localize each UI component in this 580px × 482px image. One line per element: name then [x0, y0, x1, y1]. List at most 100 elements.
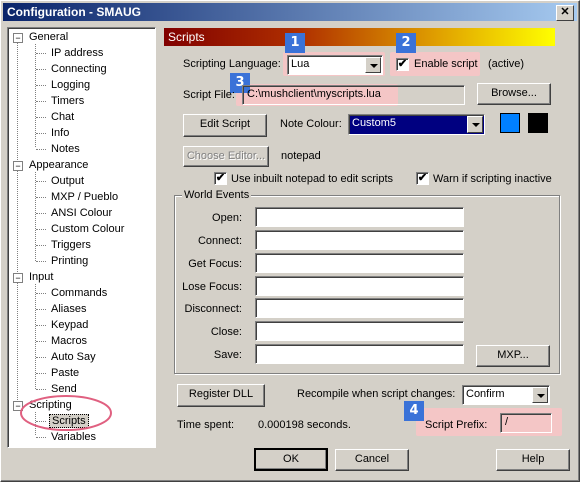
tree-item-keypad[interactable]: Keypad	[51, 319, 88, 331]
dropdown-arrow-icon[interactable]	[532, 387, 548, 403]
mxp-button[interactable]: MXP...	[476, 345, 550, 367]
window-title: Configuration - SMAUG	[7, 5, 141, 19]
note-colour-value: Custom5	[352, 117, 397, 129]
tree-item-notes[interactable]: Notes	[51, 143, 80, 155]
recompile-value: Confirm	[466, 388, 505, 400]
expander-general-icon[interactable]: −	[13, 33, 23, 43]
note-colour-select[interactable]: Custom5	[348, 114, 485, 135]
section-title: Scripts	[168, 30, 205, 44]
browse-button[interactable]: Browse...	[477, 83, 551, 105]
enable-script-label: Enable script	[414, 58, 478, 70]
tree-connector	[36, 117, 46, 118]
settings-tree[interactable]: − General IP address Connecting Logging …	[7, 27, 156, 448]
expander-input-icon[interactable]: −	[13, 273, 23, 283]
tree-connector	[36, 325, 46, 326]
note-colour-swatch-background[interactable]	[528, 113, 548, 133]
tree-item-chat[interactable]: Chat	[51, 111, 74, 123]
tree-connector	[36, 53, 46, 54]
close-button[interactable]: ✕	[556, 5, 574, 21]
tree-item-custom-colour[interactable]: Custom Colour	[51, 223, 124, 235]
tree-item-connecting[interactable]: Connecting	[51, 63, 107, 75]
time-spent-value: 0.000198 seconds.	[258, 419, 351, 431]
tree-item-logging[interactable]: Logging	[51, 79, 90, 91]
ok-button[interactable]: OK	[254, 448, 328, 471]
edit-script-button[interactable]: Edit Script	[183, 114, 267, 137]
note-colour-swatch-foreground[interactable]	[500, 113, 520, 133]
tree-item-mxp-pueblo[interactable]: MXP / Pueblo	[51, 191, 118, 203]
tree-connector	[36, 229, 46, 230]
section-header: Scripts	[164, 28, 555, 46]
tree-item-aliases[interactable]: Aliases	[51, 303, 86, 315]
help-button[interactable]: Help	[496, 449, 570, 471]
disconnect-input[interactable]	[255, 298, 464, 318]
warn-inactive-checkbox[interactable]: ✔	[416, 172, 429, 185]
tree-connector	[36, 309, 46, 310]
tree-item-paste[interactable]: Paste	[51, 367, 79, 379]
dropdown-arrow-icon[interactable]	[467, 116, 483, 133]
use-inbuilt-notepad-checkbox[interactable]: ✔	[214, 172, 227, 185]
register-dll-button[interactable]: Register DLL	[177, 384, 265, 407]
connect-label: Connect:	[197, 235, 242, 247]
note-colour-label: Note Colour:	[280, 118, 342, 130]
use-inbuilt-notepad-label: Use inbuilt notepad to edit scripts	[231, 173, 394, 185]
tree-item-ip-address[interactable]: IP address	[51, 47, 103, 59]
expander-appearance-icon[interactable]: −	[13, 161, 23, 171]
tree-connector	[36, 357, 46, 358]
world-events-title: World Events	[182, 189, 252, 201]
connect-input[interactable]	[255, 230, 464, 250]
get-focus-label: Get Focus:	[188, 258, 242, 270]
tree-connector	[36, 245, 46, 246]
open-input[interactable]	[255, 207, 464, 227]
tree-item-timers[interactable]: Timers	[51, 95, 84, 107]
tree-item-info[interactable]: Info	[51, 127, 69, 139]
script-file-input[interactable]: C:\mushclient\myscripts.lua	[242, 85, 465, 105]
time-spent-label: Time spent:	[177, 419, 235, 431]
tree-item-output[interactable]: Output	[51, 175, 84, 187]
tree-connector	[36, 149, 46, 150]
scripting-language-value: Lua	[291, 58, 310, 70]
tree-connector	[36, 373, 46, 374]
tree-item-general[interactable]: General	[29, 31, 68, 43]
tree-item-auto-say[interactable]: Auto Say	[51, 351, 96, 363]
tree-connector	[36, 261, 46, 262]
script-status: (active)	[488, 58, 525, 70]
tree-item-input[interactable]: Input	[29, 271, 53, 283]
get-focus-input[interactable]	[255, 253, 464, 273]
lose-focus-label: Lose Focus:	[182, 281, 242, 293]
title-bar[interactable]: Configuration - SMAUG ✕	[3, 3, 577, 21]
scripting-language-label: Scripting Language:	[183, 58, 281, 70]
tree-connector	[36, 213, 46, 214]
tree-connector	[36, 197, 46, 198]
enable-script-checkbox[interactable]: ✔	[396, 58, 409, 71]
tree-connector	[36, 85, 46, 86]
annotation-badge-4: 4	[404, 401, 424, 421]
annotation-circle	[20, 395, 112, 431]
lose-focus-input[interactable]	[255, 276, 464, 296]
tree-item-triggers[interactable]: Triggers	[51, 239, 91, 251]
tree-item-appearance[interactable]: Appearance	[29, 159, 88, 171]
editor-name: notepad	[281, 150, 321, 162]
tree-connector	[35, 44, 36, 147]
tree-connector	[36, 389, 46, 390]
dropdown-arrow-icon[interactable]	[365, 57, 381, 73]
script-prefix-input[interactable]: /	[500, 413, 552, 433]
tree-item-macros[interactable]: Macros	[51, 335, 87, 347]
scripting-language-select[interactable]: Lua	[287, 55, 383, 75]
tree-item-ansi-colour[interactable]: ANSI Colour	[51, 207, 112, 219]
save-input[interactable]	[255, 344, 464, 364]
choose-editor-button[interactable]: Choose Editor...	[183, 146, 269, 167]
close-input[interactable]	[255, 321, 464, 341]
tree-item-commands[interactable]: Commands	[51, 287, 107, 299]
disconnect-label: Disconnect:	[184, 303, 242, 315]
recompile-select[interactable]: Confirm	[462, 385, 550, 405]
script-prefix-label: Script Prefix:	[425, 419, 488, 431]
tree-connector	[17, 38, 18, 408]
cancel-button[interactable]: Cancel	[335, 449, 409, 471]
tree-connector	[36, 293, 46, 294]
tree-connector	[36, 133, 46, 134]
tree-connector	[36, 101, 46, 102]
annotation-badge-1: 1	[285, 33, 305, 53]
tree-connector	[35, 172, 36, 261]
save-label: Save:	[213, 349, 242, 361]
tree-item-printing[interactable]: Printing	[51, 255, 88, 267]
